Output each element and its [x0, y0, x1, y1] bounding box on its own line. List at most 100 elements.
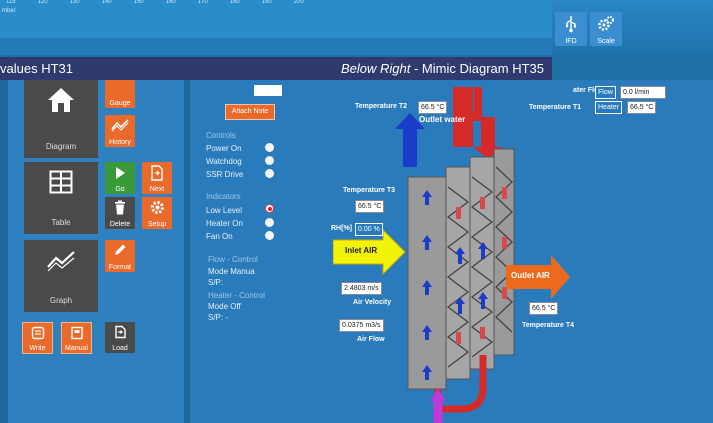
temperature-t2-value: 66.5 °C [418, 101, 448, 114]
air-flow-label: Air Flow [357, 336, 385, 343]
scale-button[interactable]: Scale [590, 12, 622, 46]
history-chart-strip: 115 120 130 140 150 160 170 180 190 200 mber [0, 0, 552, 38]
history-button[interactable]: History [105, 115, 135, 147]
tick-label: 160 [165, 0, 176, 5]
manual-label: Manual [65, 345, 88, 352]
load-label: Load [112, 345, 128, 352]
caption-right: Below Right - Mimic Diagram HT35 [341, 57, 544, 80]
write-button[interactable]: Write [22, 322, 53, 354]
trash-icon [115, 200, 125, 215]
control-watchdog: Watchdog [206, 157, 242, 166]
heater-button[interactable]: Heater [595, 101, 623, 114]
water-flow-value: 0.0 l/min [620, 86, 666, 99]
delete-button[interactable]: Delete [105, 197, 135, 229]
diagram-label: Diagram [45, 142, 77, 151]
heat-exchanger-graphic [333, 87, 570, 423]
tick-label: 200 [293, 0, 304, 5]
manual-icon [70, 326, 83, 340]
caption-bar: values HT31 Below Right - Mimic Diagram … [0, 57, 552, 80]
tick-label: 115 [6, 0, 16, 5]
graph-tile[interactable]: Graph [24, 240, 98, 312]
load-icon [115, 325, 126, 339]
gear-icon [150, 201, 164, 214]
manual-button[interactable]: Manual [61, 322, 92, 354]
format-button[interactable]: Format [105, 240, 135, 272]
outlet-water-label: Outlet water [419, 115, 466, 124]
heater-setpoint: S/P: - [208, 313, 229, 322]
chart-footer-strip [0, 38, 552, 55]
indicator-low-level: Low Level [206, 206, 243, 215]
heater-control-heading: Heater - Control [208, 291, 265, 300]
diagram-tile[interactable]: Diagram [24, 80, 98, 158]
temperature-t3-label: Temperature T3 [343, 187, 395, 194]
flow-button[interactable]: Flow [595, 86, 616, 99]
scale-label: Scale [597, 38, 615, 45]
table-label: Table [51, 218, 71, 227]
inlet-air-label: Inlet AIR [345, 246, 378, 255]
mimic-diagram: ater Flow Flow 0.0 l/min Temperature T2 … [331, 86, 713, 423]
watchdog-toggle[interactable] [265, 156, 274, 165]
ifd-button[interactable]: IFD [555, 12, 587, 46]
control-ssr-drive: SSR Drive [206, 170, 244, 179]
rh-label: RH[%] [331, 225, 352, 232]
tick-label: 140 [101, 0, 112, 5]
outlet-air-label: Outlet AIR [511, 271, 550, 280]
tick-label: 170 [197, 0, 208, 5]
temperature-t4-value: 66.5 °C [529, 302, 559, 315]
ifd-label: IFD [565, 38, 577, 45]
fan-on-indicator [265, 231, 274, 240]
usb-icon [566, 16, 577, 33]
write-icon [31, 326, 44, 340]
left-edge [0, 80, 8, 423]
table-tile[interactable]: Table [24, 162, 98, 234]
tick-label: 120 [37, 0, 48, 5]
x-axis-ticks: 115 120 130 140 150 160 170 180 190 200 [6, 0, 326, 5]
attach-note-button[interactable]: Attach Note [225, 104, 275, 120]
gears-icon [598, 16, 614, 31]
power-on-toggle[interactable] [265, 143, 274, 152]
tick-label: 150 [133, 0, 144, 5]
low-level-indicator [265, 204, 274, 213]
flow-control-heading: Flow - Control [208, 255, 258, 264]
flow-mode: Mode Manua [208, 267, 255, 276]
graph-label: Graph [49, 296, 73, 305]
indicator-heater-on: Heater On [206, 219, 243, 228]
heater-on-indicator [265, 218, 274, 227]
caption-right-italic: Below Right [341, 61, 411, 76]
next-button[interactable]: Next [142, 162, 172, 194]
table-icon [49, 170, 73, 194]
controls-heading: Controls [206, 131, 236, 140]
caption-right-text: - Mimic Diagram HT35 [410, 61, 544, 76]
tick-label: 180 [229, 0, 240, 5]
air-velocity-label: Air Velocity [353, 299, 392, 306]
pencil-icon [115, 244, 126, 255]
go-button[interactable]: Go [105, 162, 135, 194]
flow-setpoint: S/P: [208, 278, 224, 287]
indicators-heading: Indicators [206, 192, 241, 201]
temperature-t1-label: Temperature T1 [529, 104, 581, 111]
document-next-icon [151, 165, 163, 181]
gauge-label: Gauge [109, 100, 131, 107]
load-button[interactable]: Load [105, 322, 135, 353]
temperature-t1-value: 66.5 °C [627, 101, 657, 114]
temperature-t2-label: Temperature T2 [355, 103, 407, 110]
tick-label: 190 [261, 0, 272, 5]
temperature-t3-value: 66.5 °C [355, 200, 385, 213]
format-label: Format [108, 264, 132, 271]
temperature-t4-label: Temperature T4 [522, 322, 574, 329]
navigation-panel: Diagram Gauge History Table Go Next Dele… [8, 80, 184, 423]
setup-button[interactable]: Setup [142, 197, 172, 229]
ssr-drive-toggle[interactable] [265, 169, 274, 178]
tick-label: 130 [69, 0, 80, 5]
play-icon [116, 167, 125, 179]
setup-label: Setup [147, 221, 167, 228]
rh-value: 0.00 % [355, 223, 383, 236]
air-flow-value: 0.0375 m3/s [339, 319, 384, 332]
mimic-panel: Attach Note Controls Power On Watchdog S… [190, 80, 713, 423]
gauge-button[interactable]: Gauge [105, 80, 135, 108]
note-field[interactable] [254, 85, 282, 96]
go-label: Go [115, 186, 125, 193]
write-label: Write [29, 345, 46, 352]
history-label: History [109, 139, 131, 146]
axis-title-fragment: mber [2, 8, 16, 14]
